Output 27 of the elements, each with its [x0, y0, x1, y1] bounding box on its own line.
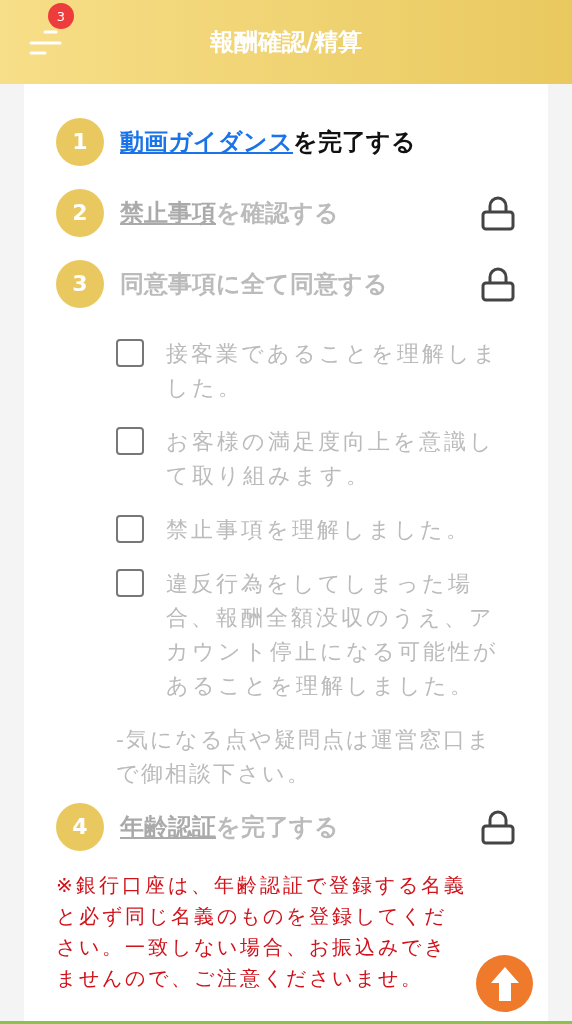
- agreement-text: 禁止事項を理解しました。: [166, 516, 472, 544]
- step-label: 年齢認証を完了する: [120, 811, 339, 843]
- agreement-text: 接客業であることを理解しました。: [166, 340, 500, 402]
- lock-icon: [481, 808, 515, 845]
- help-note: -気になる点や疑問点は運営窓口まで御相談下さい。: [116, 726, 493, 788]
- step-label: 同意事項に全て同意する: [120, 268, 388, 300]
- step-link[interactable]: 禁止事項: [120, 198, 216, 227]
- step-number: 4: [56, 802, 104, 851]
- step-link[interactable]: 動画ガイダンス: [120, 127, 293, 156]
- checkbox[interactable]: [116, 569, 144, 597]
- agreement-text: 違反行為をしてしまった場合、報酬全額没収のうえ、アカウント停止になる可能性があることを理解しました。: [166, 570, 500, 700]
- warning-text: ※銀行口座は、年齢認証で登録する名義と必ず同じ名義のものを登録してください。一致しない場合、お振込みできませんので、ご注意くださいませ。: [56, 872, 468, 992]
- agreement-text: お客様の満足度向上を意識して取り組みます。: [166, 428, 496, 490]
- lock-icon: [481, 194, 515, 231]
- step-number: 1: [56, 117, 104, 166]
- checkbox[interactable]: [116, 339, 144, 367]
- checkbox[interactable]: [116, 515, 144, 543]
- page-title: 報酬確認/精算: [209, 27, 363, 58]
- notification-badge: 3: [48, 3, 74, 29]
- step-number: 2: [56, 188, 104, 237]
- step-label: 動画ガイダンス を完了する: [120, 126, 416, 158]
- step-number: 3: [56, 259, 104, 308]
- up-arrow-icon: [489, 965, 520, 1002]
- step-label: 禁止事項を確認する: [120, 197, 339, 229]
- lock-icon: [481, 265, 515, 302]
- step-link[interactable]: 年齢認証: [120, 812, 216, 841]
- checkbox[interactable]: [116, 427, 144, 455]
